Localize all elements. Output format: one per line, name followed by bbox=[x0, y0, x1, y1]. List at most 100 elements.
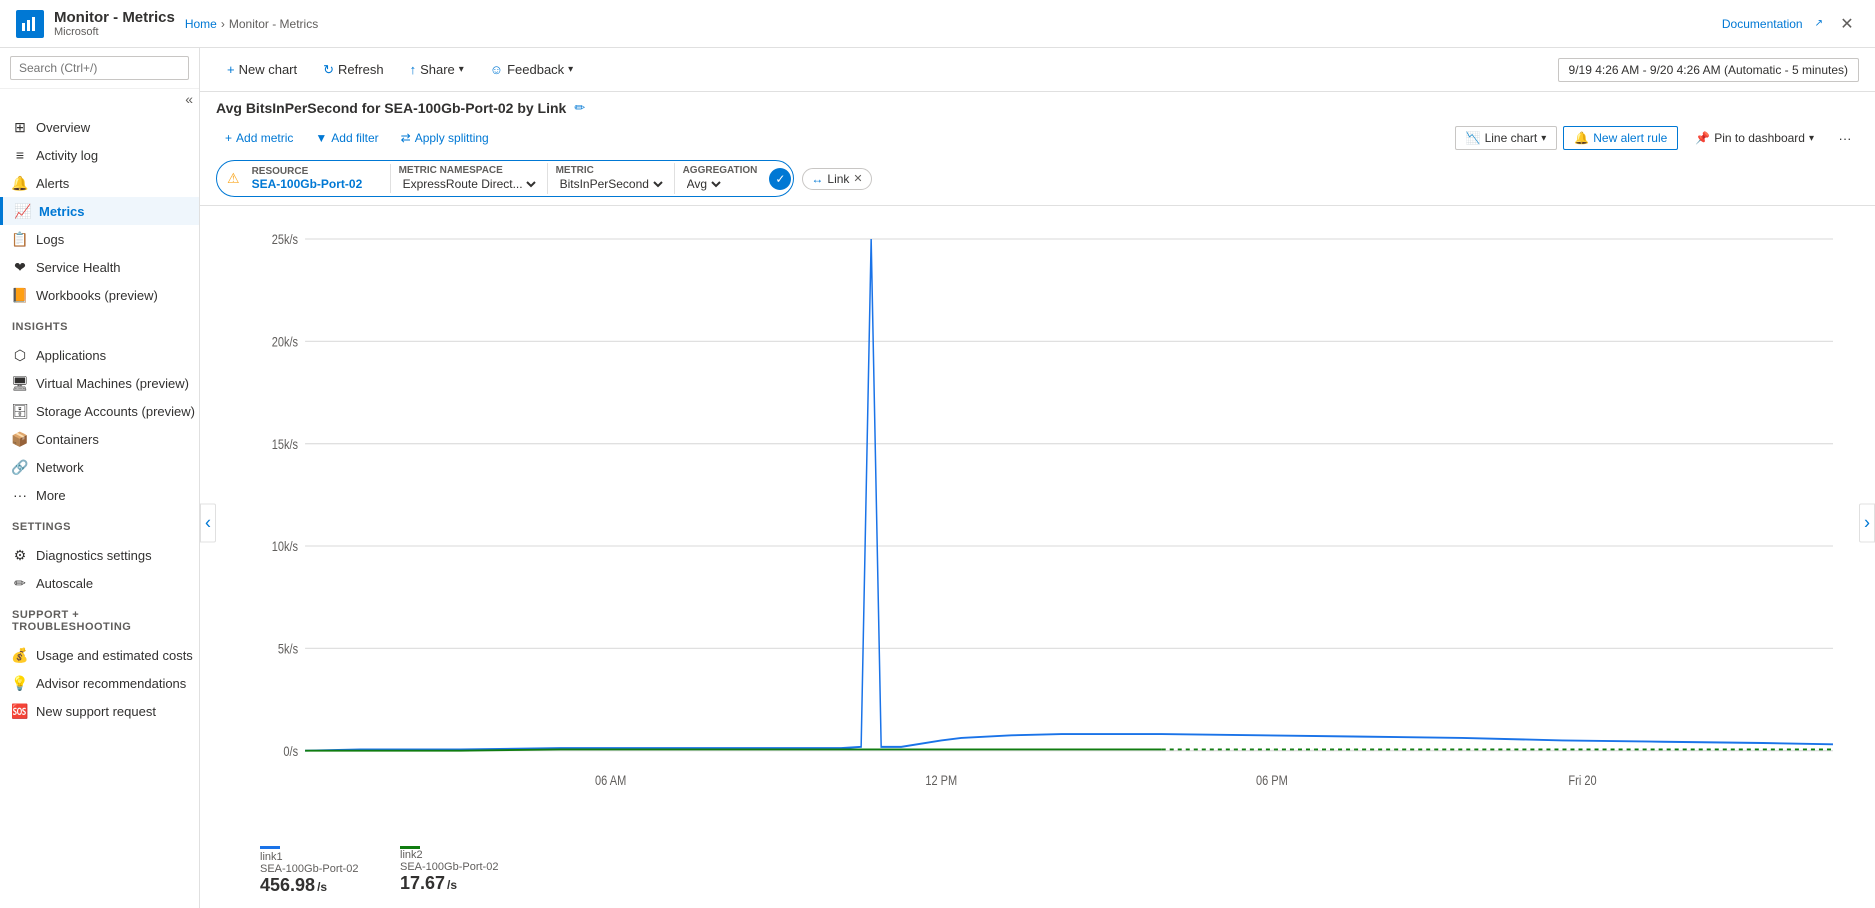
sidebar-item-advisor[interactable]: 💡 Advisor recommendations bbox=[0, 669, 199, 697]
sidebar-item-label: Usage and estimated costs bbox=[36, 648, 193, 663]
apply-splitting-icon: ⇄ bbox=[401, 131, 411, 145]
line-chart-icon: 📉 bbox=[1466, 131, 1481, 145]
share-button[interactable]: ↑ Share ▾ bbox=[399, 56, 475, 83]
sidebar-item-label: Workbooks (preview) bbox=[36, 288, 158, 303]
metric-actions-left: + Add metric ▼ Add filter ⇄ Apply splitt… bbox=[216, 126, 498, 150]
link-tag-remove[interactable]: ✕ bbox=[853, 172, 862, 185]
sidebar-item-label: Overview bbox=[36, 120, 90, 135]
sidebar-collapse-btn[interactable]: « bbox=[185, 91, 193, 107]
sidebar-item-label: Service Health bbox=[36, 260, 121, 275]
legend-value-link1: 456.98/s bbox=[260, 875, 380, 896]
sidebar-item-service-health[interactable]: ❤ Service Health bbox=[0, 253, 199, 281]
sidebar-item-label: Advisor recommendations bbox=[36, 676, 186, 691]
documentation-link[interactable]: Documentation bbox=[1722, 17, 1803, 31]
sidebar-item-logs[interactable]: 📋 Logs bbox=[0, 225, 199, 253]
sidebar-item-overview[interactable]: ⊞ Overview bbox=[0, 113, 199, 141]
legend-label-link1: link1 bbox=[260, 851, 380, 863]
svg-text:25k/s: 25k/s bbox=[272, 232, 298, 248]
metric-row: ⚠ RESOURCE METRIC NAMESPACE bbox=[216, 160, 1859, 197]
search-container bbox=[0, 48, 199, 89]
legend-item-link2: link2 SEA-100Gb-Port-02 17.67/s bbox=[400, 846, 520, 894]
sidebar-item-label: Virtual Machines (preview) bbox=[36, 376, 189, 391]
sidebar-item-virtual-machines[interactable]: 🖥 Virtual Machines (preview) bbox=[0, 369, 199, 397]
content-area: + New chart ↻ Refresh ↑ Share ▾ ☺ Feedba… bbox=[200, 48, 1875, 908]
alerts-icon: 🔔 bbox=[12, 175, 28, 191]
resource-input[interactable] bbox=[252, 177, 382, 191]
metric-actions-row: + Add metric ▼ Add filter ⇄ Apply splitt… bbox=[216, 124, 1859, 152]
sidebar-item-alerts[interactable]: 🔔 Alerts bbox=[0, 169, 199, 197]
chart-type-button[interactable]: 📉 Line chart ▾ bbox=[1455, 126, 1558, 150]
add-filter-button[interactable]: ▼ Add filter bbox=[306, 126, 387, 150]
chart-legend: link1 SEA-100Gb-Port-02 456.98/s link2 S… bbox=[200, 840, 1875, 908]
feedback-button[interactable]: ☺ Feedback ▾ bbox=[479, 56, 584, 83]
namespace-field[interactable]: METRIC NAMESPACE ExpressRoute Direct... bbox=[391, 163, 548, 194]
aggregation-field[interactable]: AGGREGATION Avg bbox=[675, 163, 766, 194]
sidebar-item-label: New support request bbox=[36, 704, 156, 719]
sidebar-item-new-support[interactable]: 🆘 New support request bbox=[0, 697, 199, 725]
sidebar: « ⊞ Overview ≡ Activity log 🔔 Alerts 📈 M… bbox=[0, 48, 200, 908]
sidebar-item-usage-costs[interactable]: 💰 Usage and estimated costs bbox=[0, 641, 199, 669]
resource-field[interactable]: RESOURCE bbox=[244, 164, 391, 193]
sidebar-item-metrics[interactable]: 📈 Metrics bbox=[0, 197, 199, 225]
sidebar-item-containers[interactable]: 📦 Containers bbox=[0, 425, 199, 453]
service-health-icon: ❤ bbox=[12, 259, 28, 275]
svg-text:06 AM: 06 AM bbox=[595, 773, 626, 789]
sidebar-item-autoscale[interactable]: ✏ Autoscale bbox=[0, 569, 199, 597]
legend-color-link1 bbox=[260, 846, 280, 849]
add-metric-button[interactable]: + Add metric bbox=[216, 126, 302, 150]
metric-pill: ⚠ RESOURCE METRIC NAMESPACE bbox=[216, 160, 794, 197]
new-chart-button[interactable]: + New chart bbox=[216, 56, 308, 83]
support-section: 💰 Usage and estimated costs 💡 Advisor re… bbox=[0, 637, 199, 729]
link-tag[interactable]: ↔ Link ✕ bbox=[802, 168, 871, 190]
confirm-metric-button[interactable]: ✓ bbox=[769, 168, 791, 190]
sidebar-item-workbooks[interactable]: 📙 Workbooks (preview) bbox=[0, 281, 199, 309]
edit-title-icon[interactable]: ✏ bbox=[574, 100, 585, 116]
feedback-icon: ☺ bbox=[490, 62, 503, 77]
settings-section: ⚙ Diagnostics settings ✏ Autoscale bbox=[0, 537, 199, 601]
legend-item-link1: link1 SEA-100Gb-Port-02 456.98/s bbox=[260, 846, 380, 896]
sidebar-item-label: Metrics bbox=[39, 204, 85, 219]
breadcrumb-home[interactable]: Home bbox=[185, 17, 217, 31]
pin-to-dashboard-button[interactable]: 📌 Pin to dashboard ▾ bbox=[1684, 126, 1825, 150]
sidebar-item-label: Network bbox=[36, 460, 84, 475]
sidebar-item-label: Containers bbox=[36, 432, 99, 447]
chart-nav-right-button[interactable]: › bbox=[1859, 504, 1875, 543]
metric-field[interactable]: METRIC BitsInPerSecond bbox=[548, 163, 675, 194]
time-range-selector[interactable]: 9/19 4:26 AM - 9/20 4:26 AM (Automatic -… bbox=[1558, 58, 1859, 82]
sidebar-item-label: Alerts bbox=[36, 176, 69, 191]
sidebar-item-activity-log[interactable]: ≡ Activity log bbox=[0, 141, 199, 169]
new-alert-rule-button[interactable]: 🔔 New alert rule bbox=[1563, 126, 1678, 150]
more-options-button[interactable]: ··· bbox=[1831, 124, 1859, 152]
app-title-block: Monitor - Metrics Microsoft bbox=[54, 9, 175, 38]
metric-select[interactable]: BitsInPerSecond bbox=[556, 176, 666, 192]
sidebar-item-label: Activity log bbox=[36, 148, 98, 163]
alert-icon: 🔔 bbox=[1574, 131, 1589, 145]
share-icon: ↑ bbox=[410, 62, 417, 77]
sidebar-item-more[interactable]: ··· More bbox=[0, 481, 199, 509]
sidebar-item-network[interactable]: 🔗 Network bbox=[0, 453, 199, 481]
add-metric-icon: + bbox=[225, 131, 232, 145]
search-input[interactable] bbox=[10, 56, 189, 80]
svg-text:5k/s: 5k/s bbox=[278, 641, 298, 657]
warning-icon: ⚠ bbox=[227, 170, 240, 187]
applications-icon: ⬡ bbox=[12, 347, 28, 363]
sidebar-collapse-area: « bbox=[0, 89, 199, 109]
workbooks-icon: 📙 bbox=[12, 287, 28, 303]
close-button[interactable]: ✕ bbox=[1835, 12, 1859, 36]
svg-text:10k/s: 10k/s bbox=[272, 539, 298, 555]
sidebar-item-applications[interactable]: ⬡ Applications bbox=[0, 341, 199, 369]
metric-config: Avg BitsInPerSecond for SEA-100Gb-Port-0… bbox=[200, 92, 1875, 206]
apply-splitting-button[interactable]: ⇄ Apply splitting bbox=[392, 126, 498, 150]
chart-nav-left-button[interactable]: ‹ bbox=[200, 504, 216, 543]
legend-sublabel-link1: SEA-100Gb-Port-02 bbox=[260, 863, 380, 875]
refresh-button[interactable]: ↻ Refresh bbox=[312, 56, 394, 84]
sidebar-item-storage-accounts[interactable]: 🗄 Storage Accounts (preview) bbox=[0, 397, 199, 425]
insights-header: Insights bbox=[0, 313, 199, 337]
containers-icon: 📦 bbox=[12, 431, 28, 447]
sidebar-item-diagnostics[interactable]: ⚙ Diagnostics settings bbox=[0, 541, 199, 569]
aggregation-select[interactable]: Avg bbox=[683, 176, 724, 192]
namespace-select[interactable]: ExpressRoute Direct... bbox=[399, 176, 539, 192]
pin-icon: 📌 bbox=[1695, 131, 1710, 145]
sidebar-item-label: Diagnostics settings bbox=[36, 548, 152, 563]
svg-text:0/s: 0/s bbox=[283, 744, 298, 760]
